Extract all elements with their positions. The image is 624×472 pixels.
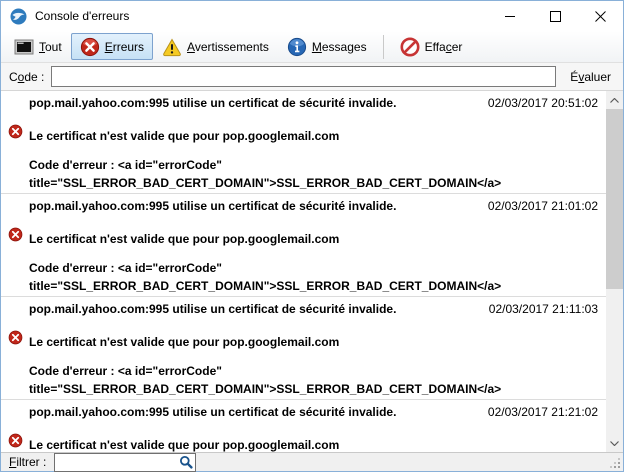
minimize-button[interactable] — [488, 1, 533, 31]
scrollbar-thumb[interactable] — [606, 109, 623, 289]
titlebar: Console d'erreurs — [1, 1, 623, 31]
error-message: pop.mail.yahoo.com:995 utilise un certif… — [29, 405, 397, 419]
clear-icon — [400, 37, 420, 56]
vertical-scrollbar[interactable] — [606, 91, 623, 452]
error-code-line2: title="SSL_ERROR_BAD_CERT_DOMAIN">SSL_ER… — [29, 382, 502, 396]
error-list: pop.mail.yahoo.com:995 utilise un certif… — [1, 91, 606, 452]
filter-label: Filtrer : — [9, 455, 47, 469]
window-controls — [488, 1, 623, 31]
error-entry: pop.mail.yahoo.com:995 utilise un certif… — [1, 400, 606, 452]
info-icon — [287, 37, 306, 56]
filter-bar: Filtrer : — [1, 452, 623, 472]
error-message: pop.mail.yahoo.com:995 utilise un certif… — [29, 302, 397, 316]
error-timestamp: 02/03/2017 21:01:02 — [487, 199, 598, 213]
error-code-line2: title="SSL_ERROR_BAD_CERT_DOMAIN">SSL_ER… — [29, 279, 502, 293]
toolbar-button-avertissements[interactable]: Avertissements — [153, 33, 278, 60]
close-icon — [595, 10, 606, 22]
minimize-icon — [505, 15, 515, 17]
error-message: pop.mail.yahoo.com:995 utilise un certif… — [29, 96, 397, 110]
error-list-wrap: pop.mail.yahoo.com:995 utilise un certif… — [1, 91, 623, 452]
error-code: Code d'erreur : <a id="errorCode" title=… — [29, 362, 598, 398]
error-icon — [8, 124, 23, 139]
maximize-icon — [550, 10, 561, 22]
toolbar-button-tout[interactable]: Tout — [5, 33, 71, 60]
error-console-window: Console d'erreurs Tout Erreurs Avertisse… — [0, 0, 624, 472]
chevron-up-icon — [610, 97, 619, 103]
code-input[interactable] — [51, 66, 557, 87]
error-code: Code d'erreur : <a id="errorCode" title=… — [29, 259, 598, 295]
code-label: Code : — [9, 69, 45, 84]
toolbar-button-erreurs[interactable]: Erreurs — [70, 33, 154, 60]
toolbar-button-label: Messages — [311, 39, 367, 54]
search-icon — [180, 455, 193, 469]
error-icon — [8, 227, 23, 242]
scroll-down-button[interactable] — [606, 434, 623, 452]
error-detail: Le certificat n'est valide que pour pop.… — [29, 129, 340, 143]
chevron-down-icon — [610, 440, 619, 446]
evaluate-button[interactable]: Évaluer — [566, 70, 615, 84]
error-message: pop.mail.yahoo.com:995 utilise un certif… — [29, 199, 397, 213]
close-button[interactable] — [578, 1, 623, 31]
scrollbar-track[interactable] — [606, 109, 623, 434]
error-icon — [8, 330, 23, 345]
thunderbird-icon — [10, 8, 27, 24]
error-entry: pop.mail.yahoo.com:995 utilise un certif… — [1, 297, 606, 400]
toolbar: Tout Erreurs Avertissements Messages Eff… — [1, 31, 623, 63]
error-entry: pop.mail.yahoo.com:995 utilise un certif… — [1, 91, 606, 194]
error-icon — [80, 37, 99, 56]
error-detail: Le certificat n'est valide que pour pop.… — [29, 335, 340, 349]
error-code-line1: Code d'erreur : <a id="errorCode" — [29, 364, 222, 378]
window-title: Console d'erreurs — [35, 9, 130, 23]
toolbar-button-label: Effacer — [424, 39, 463, 54]
maximize-button[interactable] — [533, 1, 578, 31]
code-row: Code : Évaluer — [1, 63, 623, 91]
error-timestamp: 02/03/2017 21:11:03 — [488, 302, 598, 316]
error-detail: Le certificat n'est valide que pour pop.… — [29, 438, 340, 452]
error-timestamp: 02/03/2017 20:51:02 — [487, 96, 598, 110]
toolbar-button-messages[interactable]: Messages — [278, 33, 376, 60]
toolbar-button-label: Avertissements — [187, 39, 269, 54]
scroll-up-button[interactable] — [606, 91, 623, 109]
console-icon — [14, 39, 34, 54]
error-code-line1: Code d'erreur : <a id="errorCode" — [29, 158, 222, 172]
error-code: Code d'erreur : <a id="errorCode" title=… — [29, 156, 598, 192]
error-code-line2: title="SSL_ERROR_BAD_CERT_DOMAIN">SSL_ER… — [29, 176, 502, 190]
filter-input[interactable] — [54, 452, 197, 472]
toolbar-button-label: Tout — [39, 39, 62, 54]
toolbar-button-label: Erreurs — [104, 39, 145, 54]
error-timestamp: 02/03/2017 21:21:02 — [487, 405, 598, 419]
error-detail: Le certificat n'est valide que pour pop.… — [29, 232, 340, 246]
filter-box — [54, 452, 197, 472]
error-entry: pop.mail.yahoo.com:995 utilise un certif… — [1, 194, 606, 297]
toolbar-separator — [382, 34, 384, 59]
error-icon — [8, 433, 23, 448]
resize-grip[interactable] — [610, 458, 621, 469]
warning-icon — [163, 37, 181, 56]
error-code-line1: Code d'erreur : <a id="errorCode" — [29, 261, 222, 275]
toolbar-button-effacer[interactable]: Effacer — [391, 33, 472, 60]
